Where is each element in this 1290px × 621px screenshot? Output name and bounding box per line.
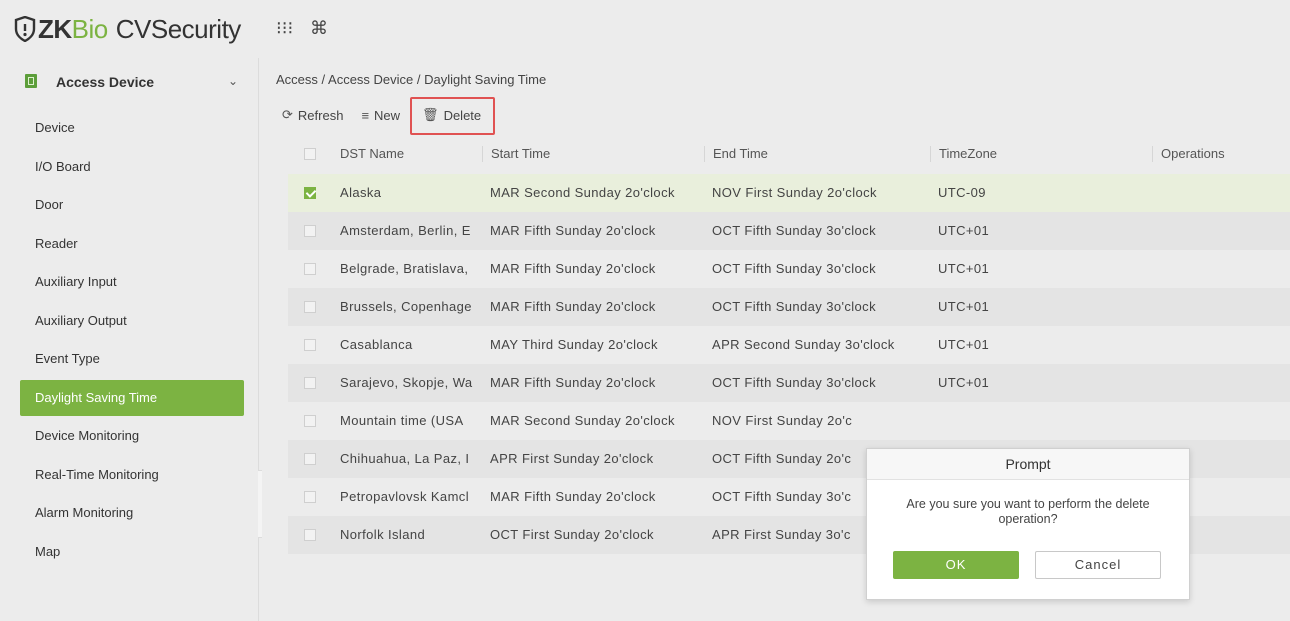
cell-name: Norfolk Island: [340, 527, 426, 542]
cancel-button[interactable]: Cancel: [1035, 551, 1161, 579]
shield-logo-icon: [14, 16, 36, 42]
logo-bio-text: Bio: [71, 13, 109, 44]
prompt-dialog: Prompt Are you sure you want to perform …: [866, 448, 1190, 600]
row-checkbox[interactable]: [304, 263, 316, 275]
sidebar-module-title: Access Device: [56, 74, 155, 90]
row-checkbox[interactable]: [304, 301, 316, 313]
row-checkbox[interactable]: [304, 187, 316, 199]
cell-start: MAR Second Sunday 2o'clock: [490, 413, 675, 428]
new-button[interactable]: ≡ New: [361, 108, 400, 123]
cell-start: MAR Second Sunday 2o'clock: [490, 185, 675, 200]
sidebar-item-i-o-board[interactable]: I/O Board: [20, 149, 244, 185]
table-row[interactable]: Casablanca MAY Third Sunday 2o'clock APR S…: [288, 326, 1290, 364]
cell-name: Chihuahua, La Paz, I: [340, 451, 470, 466]
cell-start: MAR Fifth Sunday 2o'clock: [490, 223, 656, 238]
chevron-down-icon: ⌄: [228, 74, 239, 88]
access-device-icon: [25, 74, 37, 88]
cell-start: APR First Sunday 2o'clock: [490, 451, 654, 466]
cell-tz: UTC+01: [938, 261, 990, 276]
sidebar-item-daylight-saving-time[interactable]: Daylight Saving Time: [20, 379, 244, 416]
cell-start: MAR Fifth Sunday 2o'clock: [490, 375, 656, 390]
new-list-icon: ≡: [361, 107, 370, 123]
cell-start: MAR Fifth Sunday 2o'clock: [490, 299, 656, 314]
row-checkbox[interactable]: [304, 415, 316, 427]
cell-name: Casablanca: [340, 337, 413, 352]
cell-end: OCT Fifth Sunday 3o'clock: [712, 375, 876, 390]
toolbar: ⟳ Refresh ≡ New 🗑 Delete: [282, 97, 507, 135]
cell-tz: UTC+01: [938, 375, 990, 390]
grid-icon[interactable]: ⁝⁝⁝: [276, 18, 293, 39]
cell-tz: UTC+01: [938, 223, 990, 238]
sidebar: Access Device ⌄ Device I/O Board Door Reade…: [0, 58, 259, 621]
cell-end: OCT Fifth Sunday 3o'clock: [712, 223, 876, 238]
sidebar-item-reader[interactable]: Reader: [20, 226, 244, 262]
cell-end: NOV First Sunday 2o'c: [712, 413, 853, 428]
table-row[interactable]: Sarajevo, Skopje, Wa MAR Fifth Sunday 2o'…: [288, 364, 1290, 402]
cell-start: MAY Third Sunday 2o'clock: [490, 337, 658, 352]
cell-end: OCT Fifth Sunday 3o'clock: [712, 261, 876, 276]
app-logo[interactable]: ZK Bio CVSecurity: [14, 12, 241, 46]
ok-button[interactable]: OK: [893, 551, 1019, 579]
cell-tz: UTC+01: [938, 337, 990, 352]
sidebar-item-map[interactable]: Map: [20, 534, 244, 570]
select-all-checkbox[interactable]: [304, 148, 316, 160]
sidebar-item-real-time-monitoring[interactable]: Real-Time Monitoring: [20, 457, 244, 493]
row-checkbox[interactable]: [304, 377, 316, 389]
cell-name: Amsterdam, Berlin, E: [340, 223, 471, 238]
column-header-end-time[interactable]: End Time: [704, 146, 768, 162]
row-checkbox[interactable]: [304, 491, 316, 503]
cell-name: Petropavlovsk Kamcl: [340, 489, 469, 504]
cell-name: Mountain time (USA: [340, 413, 464, 428]
sidebar-item-device-monitoring[interactable]: Device Monitoring: [20, 418, 244, 454]
column-header-operations: Operations: [1152, 146, 1225, 162]
table-header: DST Name Start Time End Time TimeZone Op…: [288, 140, 1290, 168]
row-checkbox[interactable]: [304, 453, 316, 465]
dst-table: DST Name Start Time End Time TimeZone Op…: [288, 140, 1290, 554]
sidebar-item-device[interactable]: Device: [20, 110, 244, 146]
column-header-start-time[interactable]: Start Time: [482, 146, 550, 162]
refresh-label: Refresh: [297, 107, 344, 123]
refresh-icon: ⟳: [282, 107, 293, 122]
row-checkbox[interactable]: [304, 339, 316, 351]
table-row[interactable]: Amsterdam, Berlin, E MAR Fifth Sunday 2o'…: [288, 212, 1290, 250]
cell-tz: UTC+01: [938, 299, 990, 314]
top-bar: ZK Bio CVSecurity ⁝⁝⁝ ⌘: [0, 0, 1290, 58]
logo-zk-text: ZK: [38, 13, 72, 44]
cell-start: OCT First Sunday 2o'clock: [490, 527, 654, 542]
cell-name: Belgrade, Bratislava,: [340, 261, 469, 276]
column-header-dst-name[interactable]: DST Name: [332, 146, 404, 162]
cell-start: MAR Fifth Sunday 2o'clock: [490, 489, 656, 504]
cell-name: Alaska: [340, 185, 382, 200]
cell-name: Sarajevo, Skopje, Wa: [340, 375, 473, 390]
dialog-message: Are you sure you want to perform the del…: [906, 497, 1150, 526]
refresh-button[interactable]: ⟳ Refresh: [282, 107, 343, 123]
sidebar-item-event-type[interactable]: Event Type: [20, 341, 244, 377]
cell-end: NOV First Sunday 2o'clock: [712, 185, 877, 200]
cell-end: APR Second Sunday 3o'clock: [712, 337, 895, 352]
cell-tz: UTC-09: [938, 185, 986, 200]
table-row[interactable]: Belgrade, Bratislava, MAR Fifth Sunday 2o…: [288, 250, 1290, 288]
cell-name: Brussels, Copenhage: [340, 299, 472, 314]
row-checkbox[interactable]: [304, 225, 316, 237]
sidebar-item-alarm-monitoring[interactable]: Alarm Monitoring: [20, 495, 244, 531]
sidebar-item-auxiliary-output[interactable]: Auxiliary Output: [20, 303, 244, 339]
sidebar-item-auxiliary-input[interactable]: Auxiliary Input: [20, 264, 244, 300]
table-row[interactable]: Brussels, Copenhage MAR Fifth Sunday 2o'c…: [288, 288, 1290, 326]
row-checkbox[interactable]: [304, 529, 316, 541]
dialog-title: Prompt: [867, 449, 1189, 480]
delete-highlight-box: [410, 97, 496, 135]
table-row[interactable]: Alaska MAR Second Sunday 2o'clock NOV Firs…: [288, 174, 1290, 212]
delete-button[interactable]: 🗑 Delete: [410, 97, 496, 135]
cell-start: MAR Fifth Sunday 2o'clock: [490, 261, 656, 276]
new-label: New: [374, 107, 401, 123]
command-icon[interactable]: ⌘: [310, 18, 328, 39]
breadcrumb: Access / Access Device / Daylight Saving…: [276, 72, 547, 87]
cell-tz: [938, 402, 1138, 440]
logo-cvsecurity-text: CVSecurity: [115, 13, 242, 44]
sidebar-module-header[interactable]: Access Device ⌄: [0, 58, 258, 106]
table-row[interactable]: Mountain time (USA MAR Second Sunday 2o'c…: [288, 402, 1290, 440]
sidebar-item-door[interactable]: Door: [20, 187, 244, 223]
column-header-timezone[interactable]: TimeZone: [930, 146, 997, 162]
cell-end: OCT Fifth Sunday 3o'clock: [712, 299, 876, 314]
